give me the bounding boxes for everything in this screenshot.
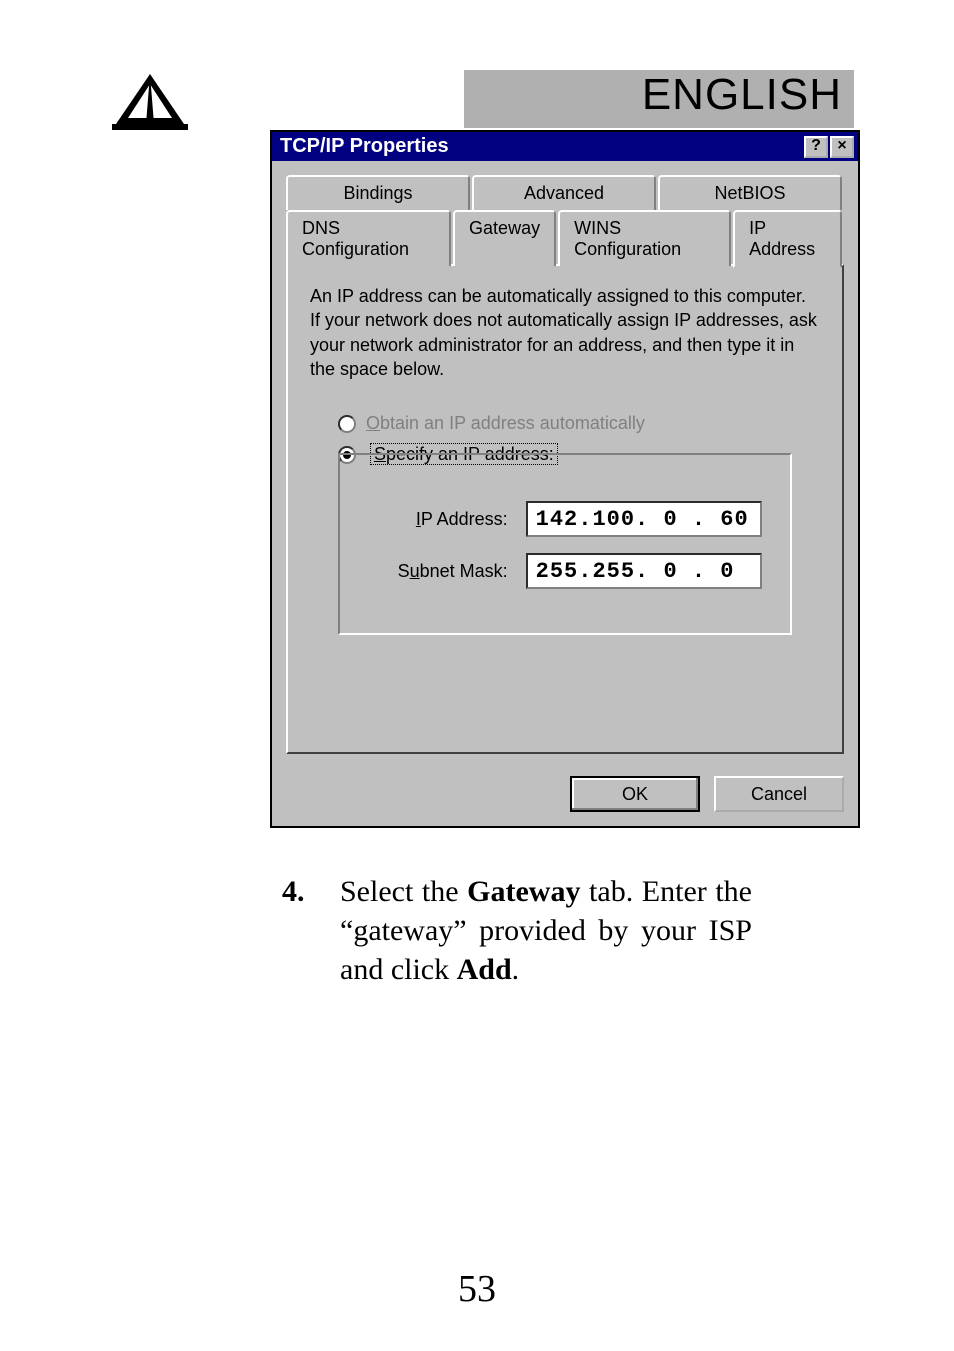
- tab-dns-configuration[interactable]: DNS Configuration: [286, 210, 451, 266]
- subnet-mask-input[interactable]: 255.255. 0 . 0: [526, 553, 762, 589]
- specify-ip-fieldset: IP Address: 142.100. 0 . 60 Subnet Mask:…: [338, 453, 792, 635]
- dialog-title: TCP/IP Properties: [280, 135, 449, 158]
- logo-icon: [110, 70, 190, 137]
- tab-netbios[interactable]: NetBIOS: [658, 175, 842, 210]
- radio-obtain-label: Obtain an IP address automatically: [366, 413, 645, 434]
- tab-advanced[interactable]: Advanced: [472, 175, 656, 210]
- tab-wins-configuration[interactable]: WINS Configuration: [558, 210, 731, 266]
- cancel-button[interactable]: Cancel: [714, 776, 844, 812]
- instruction-text-1: Select the: [340, 875, 467, 908]
- ip-address-description: An IP address can be automatically assig…: [310, 284, 820, 381]
- ip-address-input[interactable]: 142.100. 0 . 60: [526, 501, 762, 537]
- page-number: 53: [0, 1267, 954, 1311]
- subnet-mask-label: Subnet Mask:: [368, 561, 526, 582]
- instruction-text-3: .: [512, 953, 520, 986]
- close-button[interactable]: ×: [830, 136, 854, 158]
- ok-button[interactable]: OK: [570, 776, 700, 812]
- instruction-bold-add: Add: [457, 953, 512, 986]
- header-language-label: ENGLISH: [642, 70, 842, 119]
- header-language-band: ENGLISH: [464, 70, 854, 128]
- instruction-bold-gateway: Gateway: [467, 875, 580, 908]
- tab-panel-ip-address: An IP address can be automatically assig…: [286, 264, 844, 754]
- tab-ip-address[interactable]: IP Address: [733, 210, 842, 268]
- tab-bindings[interactable]: Bindings: [286, 175, 470, 210]
- instruction-number: 4.: [282, 872, 338, 989]
- radio-icon: [338, 415, 356, 433]
- ip-address-label: IP Address:: [368, 509, 526, 530]
- tcpip-properties-dialog: TCP/IP Properties ? × Bindings Advanced …: [270, 130, 860, 828]
- help-button[interactable]: ?: [804, 136, 828, 158]
- radio-obtain-automatically[interactable]: Obtain an IP address automatically: [338, 413, 820, 434]
- tab-gateway[interactable]: Gateway: [453, 210, 556, 266]
- dialog-titlebar: TCP/IP Properties ? ×: [272, 132, 858, 161]
- instruction-step-4: 4. Select the Gateway tab. Enter the “ga…: [280, 870, 754, 991]
